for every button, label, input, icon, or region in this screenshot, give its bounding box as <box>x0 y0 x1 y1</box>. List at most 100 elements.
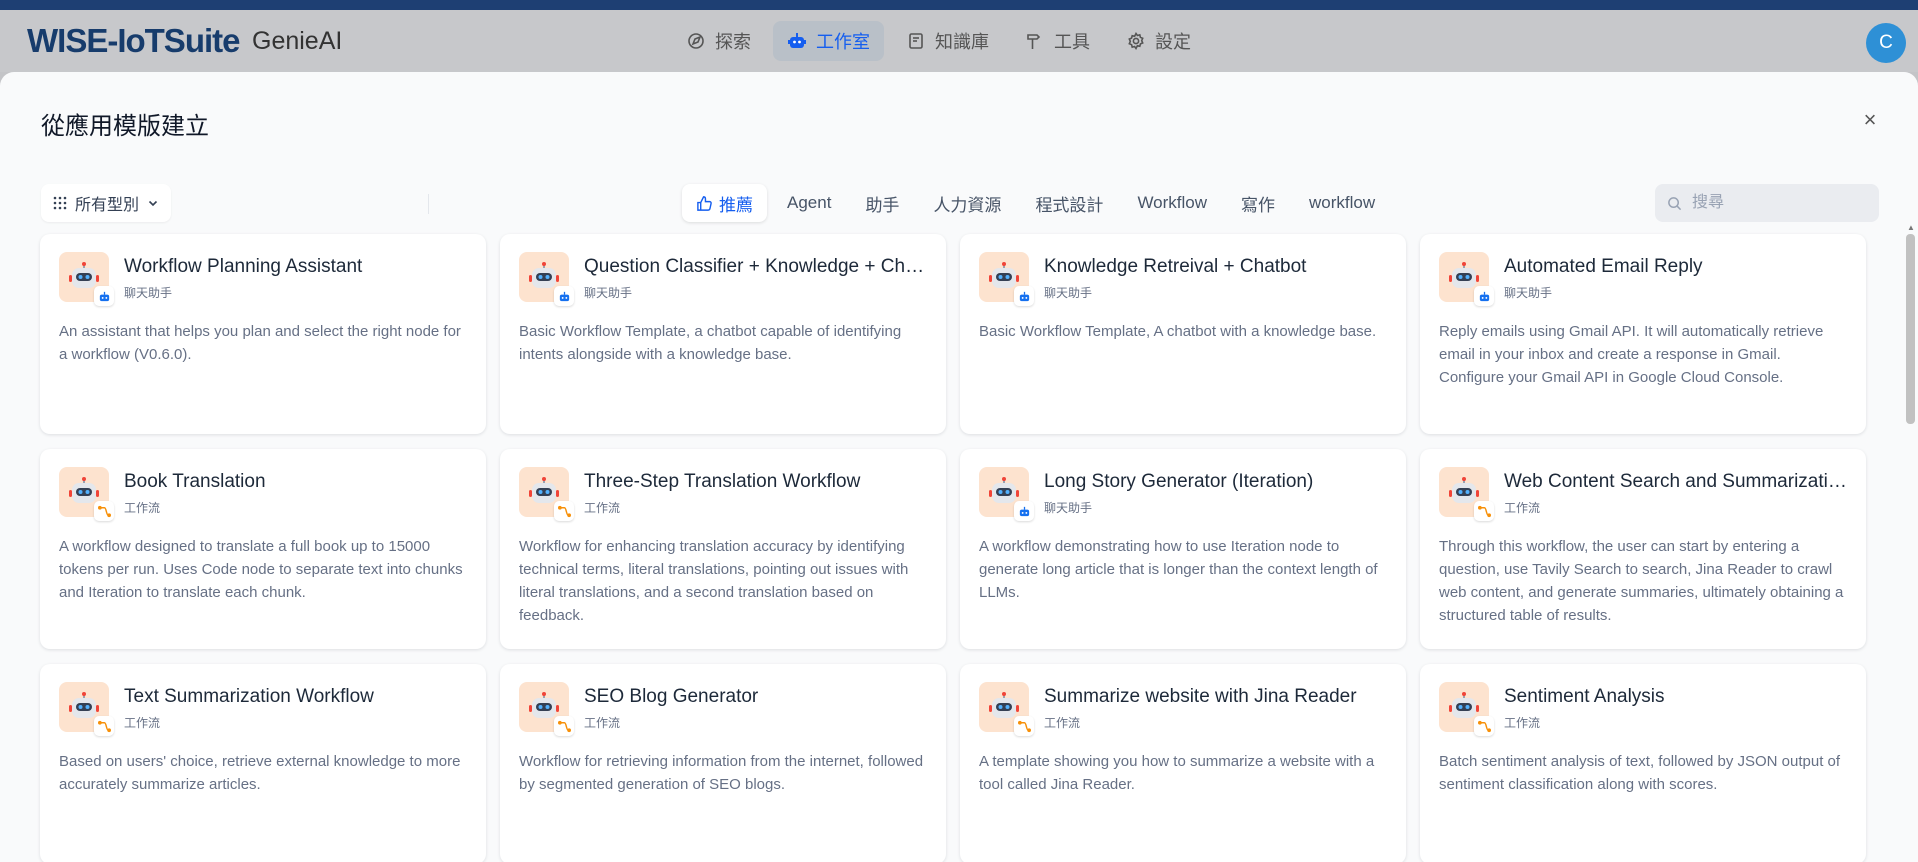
close-button[interactable]: × <box>1858 108 1882 132</box>
template-title: Question Classifier + Knowledge + Chatbo… <box>584 256 928 277</box>
template-title: Workflow Planning Assistant <box>124 256 363 277</box>
template-avatar <box>1439 252 1494 306</box>
robot-icon <box>788 33 806 48</box>
workflow-type-badge <box>94 501 114 521</box>
brand-logo[interactable]: WISE-IoTSuite <box>27 22 240 60</box>
template-card[interactable]: Web Content Search and Summarization Wor… <box>1420 449 1866 649</box>
nav-explore[interactable]: 探索 <box>672 21 765 61</box>
tab-recommended[interactable]: 推薦 <box>682 184 767 222</box>
nav-explore-label: 探索 <box>715 32 751 52</box>
template-description: Through this workflow, the user can star… <box>1439 538 1844 624</box>
chat-type-badge <box>1474 286 1494 306</box>
template-type: 聊天助手 <box>1044 286 1093 300</box>
tab-recommended-label: 推薦 <box>719 195 753 215</box>
compass-icon <box>688 33 704 49</box>
template-description: An assistant that helps you plan and sel… <box>59 323 461 363</box>
workflow-badge-icon <box>557 720 571 732</box>
template-card[interactable]: Summarize website with Jina Reader 工作流 A t… <box>960 664 1406 862</box>
tab-assistant[interactable]: 助手 <box>851 184 913 222</box>
template-avatar <box>519 682 574 736</box>
search-input[interactable] <box>1690 193 1854 213</box>
user-avatar[interactable]: C <box>1866 23 1906 63</box>
template-title: Summarize website with Jina Reader <box>1044 686 1357 707</box>
workflow-type-badge <box>554 501 574 521</box>
template-title: SEO Blog Generator <box>584 686 759 707</box>
template-card[interactable]: Knowledge Retreival + Chatbot 聊天助手 Basic W… <box>960 234 1406 434</box>
create-from-template-modal: 從應用模版建立 × 所有型別 推薦 Agent 助手 人力資源 程式設計 Wor… <box>0 72 1918 862</box>
template-type: 工作流 <box>584 716 621 730</box>
template-type: 聊天助手 <box>1504 286 1553 300</box>
template-description: Reply emails using Gmail API. It will au… <box>1439 323 1824 386</box>
tab-hr[interactable]: 人力資源 <box>919 184 1015 222</box>
workflow-badge-icon <box>1477 505 1491 517</box>
template-description: Based on users' choice, retrieve externa… <box>59 753 461 793</box>
template-avatar <box>979 467 1034 521</box>
template-card[interactable]: Sentiment Analysis 工作流 Batch sentiment ana… <box>1420 664 1866 862</box>
workflow-type-badge <box>1474 501 1494 521</box>
template-title: Three-Step Translation Workflow <box>584 471 861 492</box>
scroll-up-arrow[interactable]: ▲ <box>1906 224 1916 232</box>
template-description: Workflow for retrieving information from… <box>519 753 924 793</box>
template-card[interactable]: SEO Blog Generator 工作流 Workflow for retrie… <box>500 664 946 862</box>
template-card[interactable]: Workflow Planning Assistant 聊天助手 An assist… <box>40 234 486 434</box>
template-avatar <box>59 682 114 736</box>
chat-type-badge <box>1014 286 1034 306</box>
brand-product-name: GenieAI <box>252 27 343 55</box>
template-title: Knowledge Retreival + Chatbot <box>1044 256 1307 277</box>
template-type: 聊天助手 <box>1044 501 1093 515</box>
template-type: 聊天助手 <box>584 286 633 300</box>
template-type: 工作流 <box>1504 716 1541 730</box>
template-avatar <box>979 682 1034 736</box>
template-description: A workflow demonstrating how to use Iter… <box>979 538 1378 601</box>
template-avatar <box>59 252 114 306</box>
scrollbar-thumb[interactable] <box>1906 234 1915 424</box>
workflow-badge-icon <box>1477 720 1491 732</box>
workflow-type-badge <box>94 716 114 736</box>
chevron-down-icon <box>148 200 158 207</box>
template-title: Text Summarization Workflow <box>124 686 374 707</box>
grid-icon <box>53 196 67 210</box>
chat-bot-badge-icon <box>559 291 569 301</box>
template-card[interactable]: Long Story Generator (Iteration) 聊天助手 A wo… <box>960 449 1406 649</box>
workflow-type-badge <box>1014 716 1034 736</box>
workflow-badge-icon <box>97 505 111 517</box>
template-card[interactable]: Text Summarization Workflow 工作流 Based on u… <box>40 664 486 862</box>
template-card[interactable]: Automated Email Reply 聊天助手 Reply emails us… <box>1420 234 1866 434</box>
template-description: A workflow designed to translate a full … <box>59 538 463 601</box>
category-dropdown[interactable]: 所有型別 <box>41 184 172 222</box>
top-navbar: WISE-IoTSuite GenieAI 探索 工作室 知識庫 工具 設定 C <box>0 10 1918 72</box>
nav-knowledge[interactable]: 知識庫 <box>892 21 1003 61</box>
template-type: 工作流 <box>124 501 161 515</box>
nav-tools[interactable]: 工具 <box>1011 21 1104 61</box>
template-title: Sentiment Analysis <box>1504 686 1665 707</box>
workflow-badge-icon <box>557 505 571 517</box>
template-card[interactable]: Book Translation 工作流 A workflow designed t… <box>40 449 486 649</box>
template-title: Automated Email Reply <box>1504 256 1703 277</box>
template-grid: Workflow Planning Assistant 聊天助手 An assist… <box>40 234 1866 862</box>
tab-agent[interactable]: Agent <box>773 184 845 222</box>
template-avatar <box>519 252 574 306</box>
tab-writing[interactable]: 寫作 <box>1227 184 1289 222</box>
template-type: 工作流 <box>1504 501 1541 515</box>
template-title: Book Translation <box>124 471 266 492</box>
category-dropdown-label: 所有型別 <box>75 197 140 214</box>
nav-settings[interactable]: 設定 <box>1112 21 1205 61</box>
template-card[interactable]: Question Classifier + Knowledge + Chatbo… <box>500 234 946 434</box>
template-card[interactable]: Three-Step Translation Workflow 工作流 Workfl… <box>500 449 946 649</box>
top-stripe <box>0 0 1918 10</box>
tab-programming[interactable]: 程式設計 <box>1021 184 1117 222</box>
template-description: A template showing you how to summarize … <box>979 753 1375 793</box>
nav-knowledge-label: 知識庫 <box>935 32 989 52</box>
nav-settings-label: 設定 <box>1155 32 1191 52</box>
tab-workflow[interactable]: Workflow <box>1123 184 1221 222</box>
category-tabs: 推薦 Agent 助手 人力資源 程式設計 Workflow 寫作 workfl… <box>682 184 1389 222</box>
template-title: Web Content Search and Summarization Wor… <box>1504 471 1848 492</box>
template-avatar <box>1439 467 1494 521</box>
tab-workflow-lower[interactable]: workflow <box>1295 184 1389 222</box>
search-box <box>1655 184 1879 222</box>
gear-icon <box>1128 31 1144 51</box>
nav-studio-label: 工作室 <box>816 32 870 52</box>
nav-studio[interactable]: 工作室 <box>773 21 884 61</box>
workflow-badge-icon <box>1017 720 1031 732</box>
workflow-type-badge <box>1474 716 1494 736</box>
